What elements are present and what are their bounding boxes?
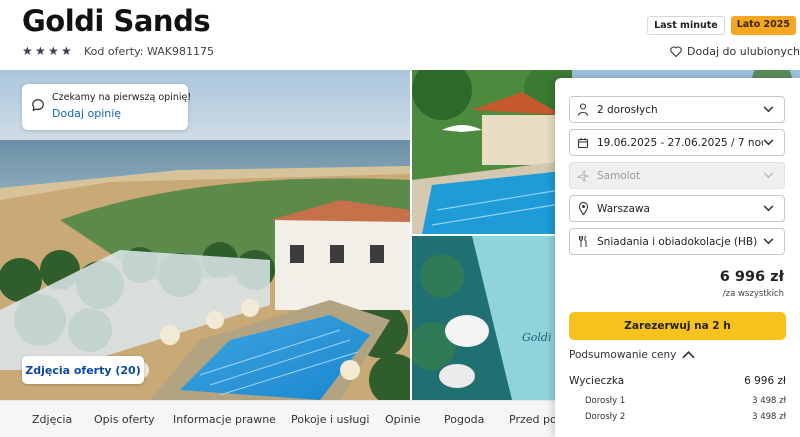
star-icon: ★	[61, 44, 72, 58]
price-summary-label: Podsumowanie ceny	[569, 349, 677, 361]
hotel-meta: ★ ★ ★ ★ Kod oferty: WAK981175	[22, 45, 214, 58]
tab-legal-info[interactable]: Informacje prawne	[173, 413, 276, 426]
travelers-value: 2 dorosłych	[597, 103, 658, 116]
heart-icon	[670, 46, 682, 57]
travelers-select[interactable]: 2 dorosłych	[569, 96, 785, 123]
trip-label: Wycieczka	[569, 375, 625, 387]
review-card: Czekamy na pierwszą opinię! Dodaj opinię	[22, 84, 192, 130]
tab-weather[interactable]: Pogoda	[444, 413, 484, 426]
adult1-price: 3 498 zł	[752, 396, 786, 406]
chevron-down-icon	[763, 238, 774, 245]
badges: Last minute Lato 2025	[647, 16, 800, 35]
star-icon: ★	[22, 44, 33, 58]
price-summary-toggle[interactable]: Podsumowanie ceny	[569, 349, 695, 361]
hotel-title: Goldi Sands	[22, 4, 211, 38]
offer-page: Goldi Sands ★ ★ ★ ★ Kod oferty: WAK98117…	[0, 0, 800, 437]
pool-bar-image	[412, 70, 572, 234]
adult1-label: Dorosły 1	[585, 396, 626, 406]
chevron-down-icon	[763, 205, 774, 212]
trip-price: 6 996 zł	[744, 375, 786, 387]
adult2-label: Dorosły 2	[585, 412, 626, 422]
add-to-favorites-button[interactable]: Dodaj do ulubionych	[670, 45, 800, 58]
tab-reviews[interactable]: Opinie	[385, 413, 421, 426]
cutlery-icon	[576, 235, 590, 249]
total-price: 6 996 zł	[719, 269, 784, 285]
booking-panel: 2 dorosłych 19.06.2025 - 27.06.2025 / 7 …	[555, 78, 800, 437]
price-note: /za wszystkich	[722, 289, 784, 299]
board-value: Śniadania i obiadokolacje (HB)	[597, 235, 758, 248]
star-rating: ★ ★ ★ ★	[22, 44, 72, 58]
pool-closeup-image: Goldi	[412, 236, 572, 400]
board-select[interactable]: Śniadania i obiadokolacje (HB)	[569, 228, 785, 255]
chevron-down-icon	[763, 106, 774, 113]
departure-value: Warszawa	[597, 202, 650, 215]
location-pin-icon	[576, 202, 590, 216]
adult2-price: 3 498 zł	[752, 412, 786, 422]
chevron-up-icon	[682, 351, 695, 359]
photo-caption: Goldi	[522, 331, 552, 344]
adult1-price-row: Dorosły 1 3 498 zł	[569, 396, 786, 406]
tab-photos[interactable]: Zdjęcia	[32, 413, 72, 426]
star-icon: ★	[48, 44, 59, 58]
review-prompt: Czekamy na pierwszą opinię!	[52, 92, 192, 103]
adult2-price-row: Dorosły 2 3 498 zł	[569, 412, 786, 422]
transport-select: Samolot	[569, 162, 785, 189]
photo-pool-bar[interactable]	[412, 70, 572, 234]
dates-value: 19.06.2025 - 27.06.2025 / 7 nocy	[597, 136, 763, 149]
dates-select[interactable]: 19.06.2025 - 27.06.2025 / 7 nocy	[569, 129, 785, 156]
book-button[interactable]: Zarezerwuj na 2 h	[569, 312, 786, 340]
favorites-label: Dodaj do ulubionych	[687, 45, 800, 58]
trip-price-row: Wycieczka 6 996 zł	[569, 375, 786, 387]
chevron-down-icon	[763, 172, 774, 179]
plane-icon	[576, 169, 590, 183]
offer-code: Kod oferty: WAK981175	[84, 45, 214, 58]
tab-offer-description[interactable]: Opis oferty	[94, 413, 155, 426]
photo-pool-closeup[interactable]: Goldi	[412, 236, 572, 400]
chat-bubble-icon	[32, 99, 44, 112]
chevron-down-icon	[763, 139, 774, 146]
departure-select[interactable]: Warszawa	[569, 195, 785, 222]
star-icon: ★	[35, 44, 46, 58]
add-review-link[interactable]: Dodaj opinię	[52, 107, 178, 120]
offer-photos-button[interactable]: Zdjęcia oferty (20)	[22, 356, 144, 384]
badge-summer: Lato 2025	[730, 16, 796, 35]
transport-value: Samolot	[597, 169, 641, 182]
person-icon	[576, 103, 590, 117]
calendar-icon	[576, 136, 590, 150]
tab-rooms-services[interactable]: Pokoje i usługi	[291, 413, 369, 426]
badge-last-minute: Last minute	[647, 16, 725, 35]
